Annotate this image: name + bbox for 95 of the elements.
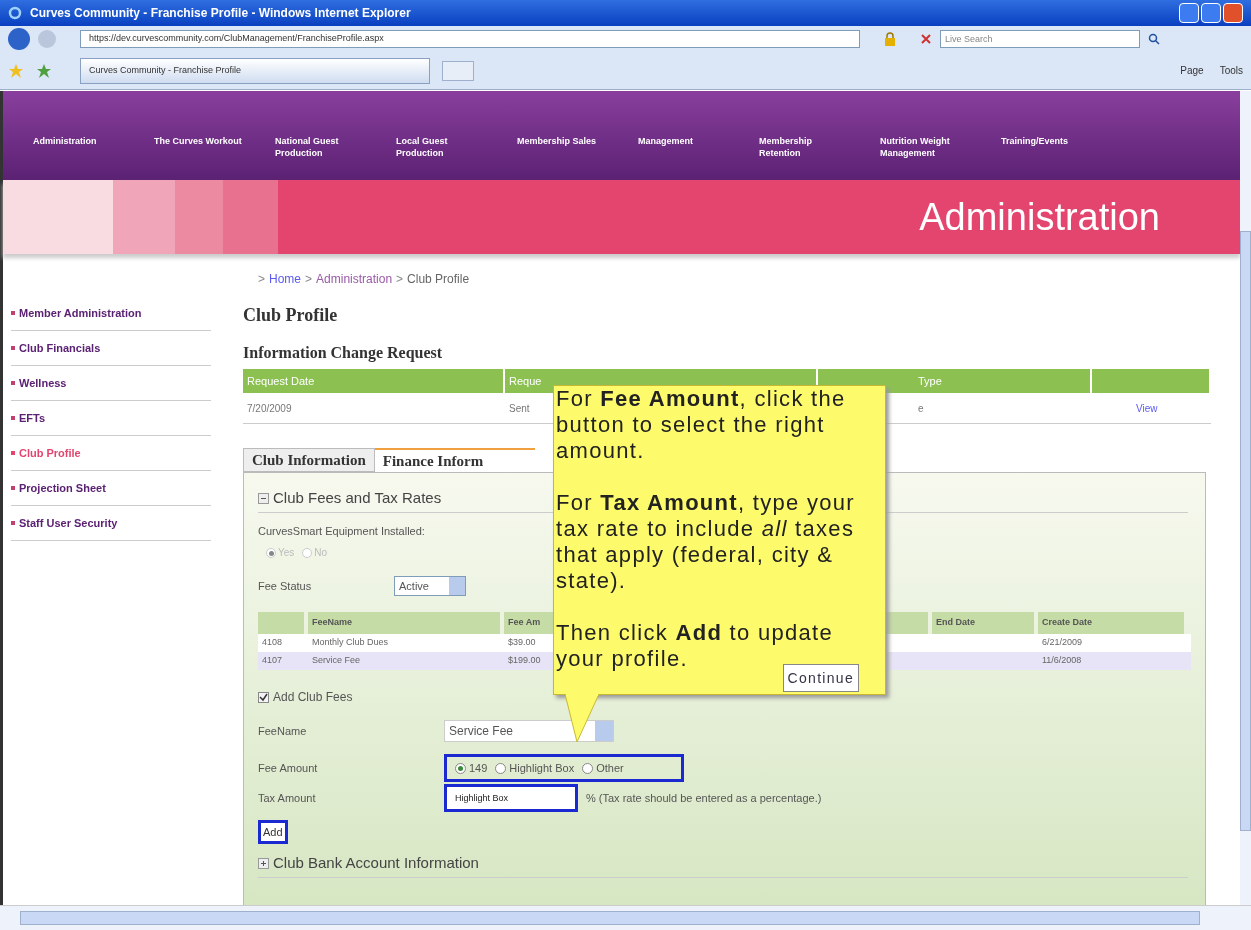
minimize-button[interactable] — [1179, 3, 1199, 23]
table-header-cell: Request Date — [243, 369, 505, 393]
search-field[interactable]: Live Search — [940, 30, 1140, 48]
star-icon[interactable] — [8, 62, 24, 79]
bullet-icon — [11, 311, 15, 315]
toolbar-menu[interactable]: Page — [1180, 63, 1204, 78]
sidebar-item[interactable]: Wellness — [19, 376, 67, 390]
table-cell-text: Monthly Club Dues — [311, 636, 390, 650]
table-header-cell: End Date — [932, 612, 1034, 634]
checkbox-label: Add Club Fees — [273, 689, 353, 706]
radio-label: Other — [596, 760, 624, 776]
table-cell-text: $199.00 — [507, 654, 542, 668]
scrollbar-thumb[interactable] — [20, 911, 1200, 925]
search-icon[interactable] — [1148, 33, 1160, 45]
section-title: Club Bank Account Information — [273, 853, 479, 873]
radio-button[interactable] — [266, 547, 276, 558]
table-cell-text: Service Fee — [311, 654, 362, 668]
table-cell-text: 4108 — [261, 636, 284, 650]
tooltip-text: For Tax Amount, type your tax rate to include all taxes that apply (federal, city & state). — [556, 490, 856, 594]
table-header-cell: FeeName — [308, 612, 500, 634]
bullet-icon — [11, 486, 15, 490]
nav-menu-item[interactable]: Nutrition Weight Management — [880, 135, 975, 159]
nav-menu-item[interactable]: Local Guest Production — [396, 135, 491, 159]
field-label: Fee Amount — [258, 760, 319, 776]
scrollbar-thumb[interactable] — [1240, 231, 1251, 831]
tab[interactable]: Club Information — [243, 448, 375, 472]
expander-icon[interactable] — [258, 492, 269, 504]
toolbar-menu[interactable]: Tools — [1219, 63, 1243, 78]
sidebar-item[interactable]: Staff User Security — [19, 516, 118, 530]
radio-label: Highlight Box — [509, 760, 575, 776]
breadcrumb-separator: > — [396, 271, 404, 288]
address-field[interactable]: https://dev.curvescommunity.com/ClubManagement/FranchiseProfile.aspx — [80, 30, 860, 48]
table-cell-text: 7/20/2009 — [246, 401, 293, 416]
radio-button[interactable] — [455, 762, 466, 774]
checkbox[interactable] — [258, 691, 269, 703]
table-header-cell — [258, 612, 304, 634]
table-cell-text: e — [917, 401, 925, 416]
breadcrumb-link[interactable]: Administration — [316, 270, 393, 288]
breadcrumb-separator: > — [305, 271, 313, 288]
close-icon[interactable] — [920, 33, 932, 45]
table-header-cell: Create Date — [1038, 612, 1184, 634]
browser-tab[interactable]: Curves Community - Franchise Profile — [80, 57, 430, 84]
tax-amount-field[interactable]: Highlight Box — [444, 784, 578, 812]
nav-menu-item[interactable]: Management — [638, 135, 733, 147]
nav-menu-item[interactable]: The Curves Workout — [154, 135, 249, 147]
bullet-icon — [11, 346, 15, 350]
section-title: Club Fees and Tax Rates — [273, 488, 442, 508]
back-button[interactable] — [8, 28, 30, 50]
field-label: FeeName — [258, 723, 308, 739]
bullet-icon — [11, 381, 15, 385]
close-button[interactable] — [1223, 3, 1243, 23]
continue-button[interactable]: Continue — [782, 664, 859, 692]
bullet-icon — [11, 521, 15, 525]
sidebar-item[interactable]: Club Financials — [19, 341, 101, 355]
breadcrumb-current: Club Profile — [407, 271, 470, 288]
view-link[interactable]: View — [1092, 400, 1162, 416]
table-cell-text: 4107 — [261, 654, 284, 668]
sidebar-item[interactable]: EFTs — [19, 411, 46, 425]
table-cell-text: Sent — [508, 401, 531, 416]
nav-menu-item[interactable]: Membership Retention — [759, 135, 854, 159]
radio-button[interactable] — [302, 547, 313, 558]
new-tab-button[interactable] — [442, 60, 474, 81]
radio-button[interactable] — [582, 762, 594, 774]
bullet-icon — [11, 416, 15, 420]
bullet-icon — [11, 451, 15, 455]
radio-button[interactable] — [495, 762, 507, 774]
page-title: Club Profile — [243, 304, 339, 327]
radio-label: 149 — [469, 760, 488, 776]
add-favorite-icon[interactable] — [36, 62, 52, 79]
sidebar-item[interactable]: Club Profile — [19, 446, 81, 460]
field-label: Fee Status — [258, 578, 313, 594]
sidebar-item[interactable]: Projection Sheet — [19, 481, 106, 495]
nav-menu-item[interactable]: National Guest Production — [275, 135, 370, 159]
lock-icon — [884, 32, 896, 46]
breadcrumb-separator: > — [258, 271, 265, 288]
window-title: Curves Community - Franchise Profile - Windows Internet Explorer — [30, 5, 411, 22]
breadcrumb-link[interactable]: Home — [269, 270, 302, 288]
table-cell-text: $39.00 — [507, 636, 537, 650]
maximize-button[interactable] — [1201, 3, 1221, 23]
section-title: Information Change Request — [243, 343, 444, 364]
nav-menu-item[interactable]: Training/Events — [1001, 135, 1096, 147]
add-button[interactable]: Add — [258, 820, 288, 844]
banner-title: Administration — [919, 194, 1160, 240]
sidebar-item[interactable]: Member Administration — [19, 306, 142, 320]
table-cell-text: 6/21/2009 — [1041, 636, 1084, 650]
nav-menu-item[interactable]: Administration — [33, 135, 128, 147]
browser-logo-icon — [8, 6, 22, 20]
table-cell-text: 11/6/2008 — [1041, 654, 1083, 668]
field-label: CurvesSmart Equipment Installed: — [258, 523, 425, 539]
field-label: Tax Amount — [258, 790, 317, 806]
expander-icon[interactable] — [258, 857, 269, 869]
hint-text: % (Tax rate should be entered as a percentage.) — [586, 790, 822, 806]
nav-menu-item[interactable]: Membership Sales — [517, 135, 612, 147]
status-dropdown[interactable]: Active — [394, 576, 466, 596]
fee-name-dropdown[interactable]: Service Fee — [444, 720, 614, 742]
